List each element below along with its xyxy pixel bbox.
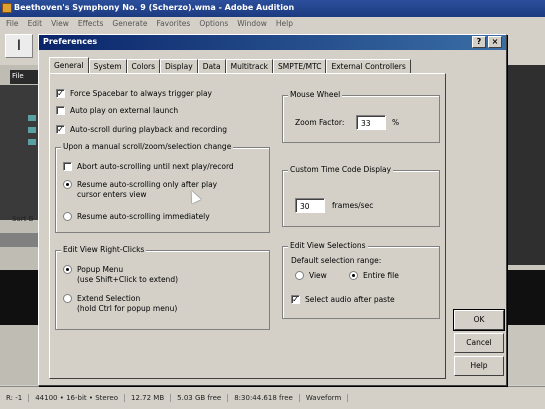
auto-play-checkbox[interactable] [56,106,65,115]
auto-scroll-option[interactable]: ✓ Auto-scroll during playback and record… [56,125,227,134]
tab-multitrack[interactable]: Multitrack [225,59,274,73]
frames-per-sec-unit: frames/sec [332,201,374,210]
abort-autoscroll-label: Abort auto-scrolling until next play/rec… [77,162,234,171]
tab-colors[interactable]: Colors [126,59,161,73]
menu-edit[interactable]: Edit [28,19,43,29]
organizer-toolbar [0,233,38,247]
mouse-wheel-title: Mouse Wheel [288,90,343,99]
popup-menu-label: Popup Menu [77,265,124,274]
menu-view[interactable]: View [51,19,69,29]
menu-help[interactable]: Help [276,19,293,29]
frames-per-sec-input[interactable]: 30 [295,198,325,213]
ok-button[interactable]: OK [453,309,505,331]
tab-display[interactable]: Display [160,59,198,73]
entire-file-radio[interactable] [349,271,358,280]
status-view: Waveform [300,394,349,402]
app-title: Beethoven's Symphony No. 9 (Scherzo).wma… [14,3,295,12]
tab-system[interactable]: System [88,59,127,73]
status-format: 44100 • 16-bit • Stereo [29,394,126,402]
force-spacebar-label: Force Spacebar to always trigger play [70,89,212,98]
zoom-factor-label: Zoom Factor: [295,118,345,127]
select-after-paste-checkbox[interactable]: ✓ [291,295,300,304]
entire-file-label: Entire file [363,271,399,280]
manual-scroll-group: Upon a manual scroll/zoom/selection chan… [55,142,270,233]
text-cursor-tool-icon[interactable]: I [5,34,33,58]
view-label: View [309,271,327,280]
files-tab[interactable]: File [10,70,38,84]
tab-external-controllers[interactable]: External Controllers [326,59,411,73]
resume-immediately-option[interactable]: Resume auto-scrolling immediately [63,212,210,221]
status-size: 12.72 MB [125,394,172,402]
resume-immediately-radio[interactable] [63,212,72,221]
force-spacebar-option[interactable]: ✓ Force Spacebar to always trigger play [56,89,212,98]
cancel-button[interactable]: Cancel [454,333,504,353]
audition-app-icon [2,3,12,13]
status-bar: R: -1 44100 • 16-bit • Stereo 12.72 MB 5… [0,386,545,409]
tab-data[interactable]: Data [197,59,226,73]
app-menu-bar: File Edit View Effects Generate Favorite… [0,17,545,31]
tab-general[interactable]: General [49,57,89,73]
sort-label: Sort B [12,215,34,223]
auto-scroll-label: Auto-scroll during playback and recordin… [70,125,228,134]
extend-selection-option[interactable]: Extend Selection (hold Ctrl for popup me… [63,294,177,314]
abort-autoscroll-option[interactable]: Abort auto-scrolling until next play/rec… [63,162,234,171]
resume-immediately-label: Resume auto-scrolling immediately [77,212,210,221]
popup-menu-hint: (use Shift+Click to extend) [77,275,179,284]
default-range-label: Default selection range: [291,256,382,265]
menu-file[interactable]: File [6,19,19,29]
manual-scroll-title: Upon a manual scroll/zoom/selection chan… [61,142,234,151]
menu-window[interactable]: Window [237,19,267,29]
auto-scroll-checkbox[interactable]: ✓ [56,125,65,134]
right-panel: 00 50 [507,65,545,385]
right-click-group: Edit View Right-Clicks Popup Menu (use S… [55,245,270,330]
abort-autoscroll-checkbox[interactable] [63,162,72,171]
status-level: R: -1 [0,394,30,402]
select-after-paste-option[interactable]: ✓ Select audio after paste [291,295,395,304]
auto-play-option[interactable]: Auto play on external launch [56,106,178,115]
tab-strip: General System Colors Display Data Multi… [49,57,411,73]
popup-menu-option[interactable]: Popup Menu (use Shift+Click to extend) [63,265,178,285]
menu-generate[interactable]: Generate [112,19,147,29]
auto-play-label: Auto play on external launch [70,106,179,115]
zoom-factor-input[interactable]: 33 [356,115,386,130]
entire-file-option[interactable]: Entire file [349,271,399,280]
edit-view-selections-title: Edit View Selections [288,241,368,250]
zoom-percent-unit: % [392,118,400,127]
organizer-panel: File Sort B [0,65,38,385]
view-option[interactable]: View [295,271,327,280]
edit-view-selections-group: Edit View Selections Default selection r… [282,241,440,319]
time-code-title: Custom Time Code Display [288,165,394,174]
popup-menu-radio[interactable] [63,265,72,274]
help-question-icon[interactable]: ? [472,36,486,48]
force-spacebar-checkbox[interactable]: ✓ [56,89,65,98]
level-area [507,65,545,265]
preferences-dialog: Preferences ? × General System Colors Di… [38,34,507,386]
app-toolbar: I [0,31,40,65]
extend-selection-radio[interactable] [63,294,72,303]
dialog-title: Preferences [43,37,98,46]
general-panel: ✓ Force Spacebar to always trigger play … [49,73,446,379]
dialog-title-bar: Preferences ? × [39,35,506,50]
tab-smpte-mtc[interactable]: SMPTE/MTC [273,59,327,73]
select-after-paste-label: Select audio after paste [305,295,395,304]
status-disk-free: 5.03 GB free [171,394,229,402]
help-button[interactable]: Help [454,356,504,376]
menu-options[interactable]: Options [199,19,228,29]
extend-selection-hint: (hold Ctrl for popup menu) [77,304,178,313]
menu-effects[interactable]: Effects [78,19,104,29]
file-list [0,85,38,220]
time-code-group: Custom Time Code Display 30 frames/sec [282,165,440,227]
resume-after-play-radio[interactable] [63,180,72,189]
right-click-title: Edit View Right-Clicks [61,245,147,254]
status-time-free: 8:30:44.618 free [228,394,300,402]
view-radio[interactable] [295,271,304,280]
app-title-bar: Beethoven's Symphony No. 9 (Scherzo).wma… [0,0,545,17]
menu-favorites[interactable]: Favorites [156,19,190,29]
mouse-wheel-group: Mouse Wheel Zoom Factor: 33 % [282,90,440,143]
extend-selection-label: Extend Selection [77,294,141,303]
close-icon[interactable]: × [488,36,502,48]
